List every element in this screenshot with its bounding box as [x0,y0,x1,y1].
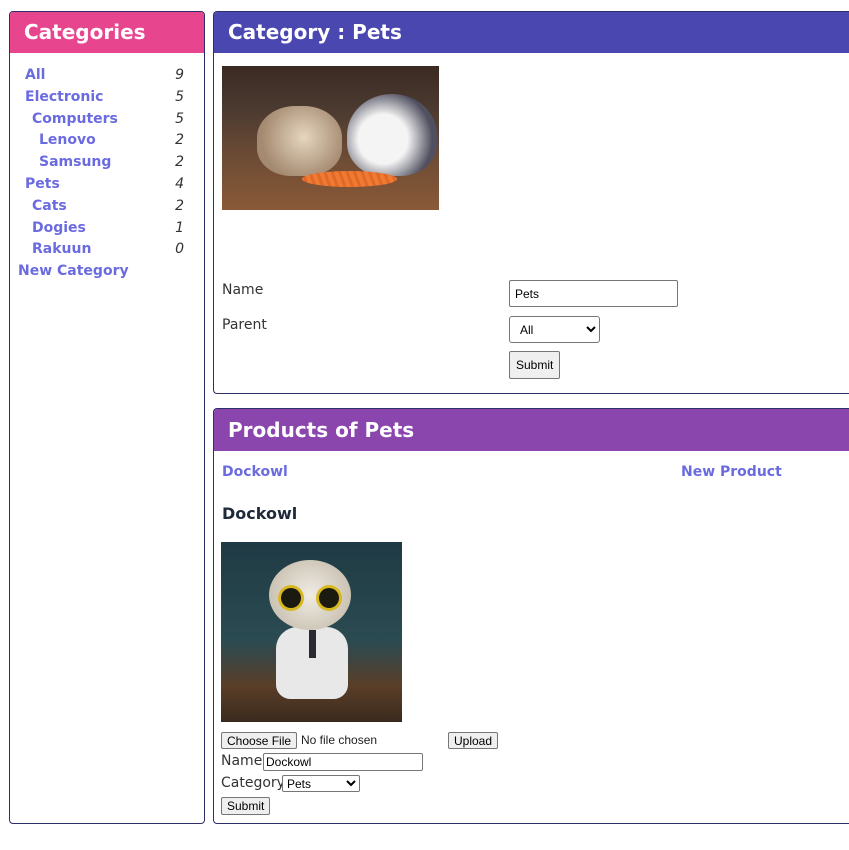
owl-eye-shape [281,588,301,608]
category-item-samsung: Samsung 2 [10,152,204,174]
product-title: Dockowl [222,504,298,523]
category-item-dogies: Dogies 1 [10,218,204,240]
new-product-link[interactable]: New Product [681,464,782,480]
owl-eye-shape [319,588,339,608]
category-name-input[interactable] [509,280,678,307]
category-count: 2 [175,132,184,149]
category-link[interactable]: Dogies [32,218,86,240]
category-image [222,66,439,210]
parent-label: Parent [222,317,267,333]
category-item-pets: Pets 4 [10,174,204,196]
category-submit-button[interactable]: Submit [509,351,560,379]
product-category-select[interactable]: Pets [282,775,360,792]
categories-header: Categories [10,12,204,53]
products-panel: Products of Pets Dockowl New Product Doc… [213,408,849,824]
category-link[interactable]: Computers [32,109,118,131]
category-count: 5 [175,110,184,127]
guinea-pig-shape [257,106,342,176]
category-count: 4 [175,175,184,192]
product-submit-button[interactable]: Submit [221,797,271,815]
category-item-all: All 9 [10,65,204,87]
category-link[interactable]: All [25,65,45,87]
category-link[interactable]: Electronic [25,87,103,109]
name-label: Name [222,282,264,298]
category-item-rakuun: Rakuun 0 [10,239,204,261]
product-image [221,542,402,722]
category-count: 1 [175,219,184,236]
category-link[interactable]: Lenovo [39,130,96,152]
product-name-input[interactable] [263,753,423,771]
category-link[interactable]: Cats [32,196,67,218]
category-list: All 9 Electronic 5 Computers 5 Lenovo 2 … [10,53,204,283]
category-panel: Category : Pets Name Parent All Submit [213,11,849,394]
category-count: 2 [175,154,184,171]
category-link[interactable]: Rakuun [32,239,91,261]
category-link[interactable]: Pets [25,174,60,196]
products-title: Products of Pets [214,409,849,451]
upload-button[interactable]: Upload [448,732,499,749]
new-category-link[interactable]: New Category [18,261,129,283]
category-item-cats: Cats 2 [10,196,204,218]
category-item-computers: Computers 5 [10,109,204,131]
category-count: 2 [175,197,184,214]
owl-head-shape [269,560,351,630]
product-name-label: Name [221,753,263,769]
file-status: No file chosen [301,733,378,747]
category-title: Category : Pets [214,12,849,53]
category-count: 0 [175,241,184,258]
category-item-lenovo: Lenovo 2 [10,130,204,152]
product-category-label: Category [221,775,285,791]
category-count: 9 [175,67,184,83]
owl-tie-shape [309,630,316,658]
category-item-electronic: Electronic 5 [10,87,204,109]
categories-sidebar: Categories All 9 Electronic 5 Computers … [9,11,205,824]
guinea-pig-shape [347,94,437,176]
new-category-item: New Category [10,261,204,283]
category-count: 5 [175,88,184,105]
category-link[interactable]: Samsung [39,152,111,174]
parent-select[interactable]: All [509,316,600,343]
product-link-dockowl[interactable]: Dockowl [222,464,288,480]
carrots-shape [302,171,397,187]
choose-file-button[interactable]: Choose File [221,732,298,749]
